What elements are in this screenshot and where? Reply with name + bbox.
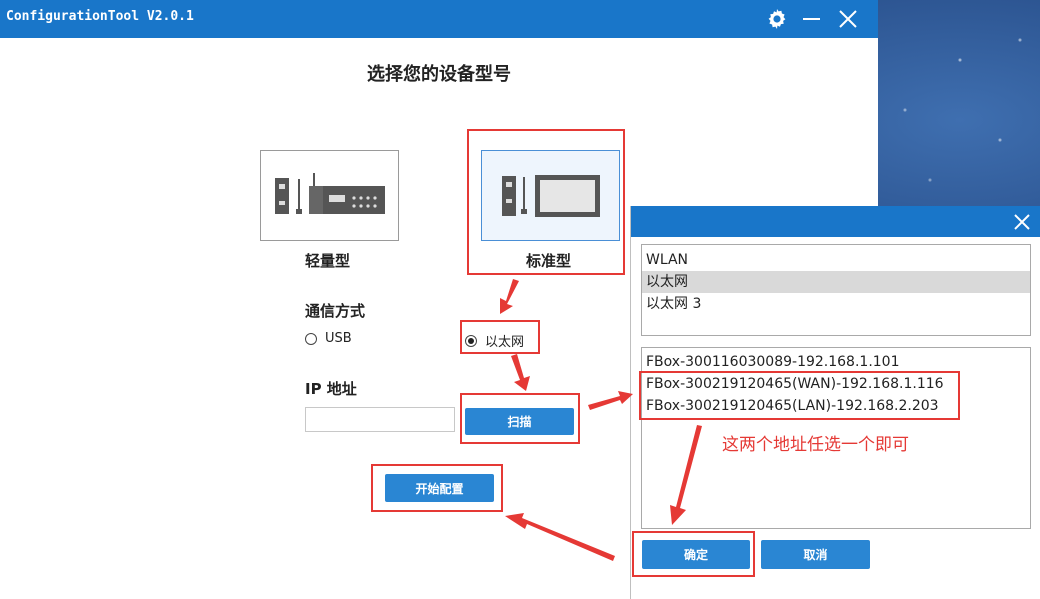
radio-usb-circle[interactable] — [305, 332, 317, 345]
lightweight-device-icon — [275, 173, 385, 214]
ip-address-label: IP 地址 — [305, 380, 357, 398]
adapter-list[interactable]: WLAN 以太网 以太网 3 — [641, 244, 1031, 336]
title-bar: ConfigurationTool V2.0.1 — [0, 0, 878, 38]
highlight-start-button — [371, 464, 503, 512]
annotation-note: 这两个地址任选一个即可 — [722, 435, 909, 455]
comm-mode-label: 通信方式 — [305, 302, 366, 320]
device-label-lightweight: 轻量型 — [305, 252, 351, 270]
adapter-item-ethernet-3[interactable]: 以太网 3 — [642, 293, 1030, 315]
highlight-standard-device — [467, 129, 625, 275]
gear-icon[interactable] — [765, 7, 789, 31]
device-card-lightweight[interactable] — [260, 150, 399, 241]
highlight-ok-button — [632, 531, 755, 577]
ip-address-input[interactable] — [305, 407, 455, 432]
device-item[interactable]: FBox-300116030089-192.168.1.101 — [642, 351, 1030, 373]
highlight-ethernet-option — [460, 320, 540, 354]
close-icon[interactable] — [836, 7, 860, 31]
radio-usb-label: USB — [325, 331, 352, 346]
highlight-scan-button — [460, 393, 580, 444]
dialog-title-bar — [631, 206, 1040, 237]
adapter-item-wlan[interactable]: WLAN — [642, 249, 1030, 271]
minimize-icon[interactable] — [800, 7, 824, 31]
cancel-button[interactable]: 取消 — [761, 540, 870, 569]
radio-usb[interactable]: USB — [305, 331, 352, 346]
app-title: ConfigurationTool V2.0.1 — [6, 9, 194, 24]
highlight-device-entries — [639, 371, 960, 420]
page-title: 选择您的设备型号 — [367, 64, 511, 85]
adapter-item-ethernet[interactable]: 以太网 — [642, 271, 1030, 293]
dialog-close-icon[interactable] — [1011, 211, 1033, 233]
